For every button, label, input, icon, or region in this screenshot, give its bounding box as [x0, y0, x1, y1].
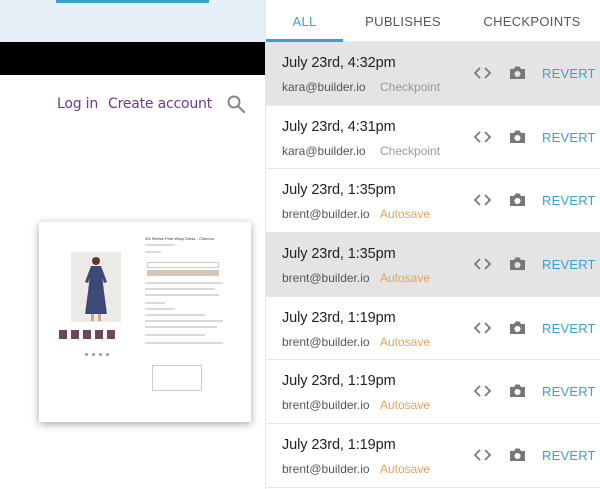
size-select — [147, 262, 219, 268]
history-user: kara@builder.io — [282, 143, 366, 158]
app-root: Log in Create account 3/4 Sleeve Print W… — [0, 0, 600, 489]
history-row[interactable]: July 23rd, 4:32pm kara@builder.io Checkp… — [266, 42, 600, 106]
history-kind: Checkpoint — [380, 80, 441, 94]
history-date: July 23rd, 1:19pm — [282, 373, 396, 390]
camera-icon[interactable] — [509, 320, 526, 335]
dress-figure-icon — [85, 257, 107, 321]
tab-all[interactable]: ALL — [266, 0, 343, 42]
history-row[interactable]: July 23rd, 1:19pm brent@builder.io Autos… — [266, 296, 600, 361]
camera-icon[interactable] — [509, 65, 526, 80]
history-row[interactable]: July 23rd, 1:35pm brent@builder.io Autos… — [266, 169, 600, 234]
add-to-cart-button — [147, 270, 219, 276]
code-brackets-icon[interactable] — [474, 193, 491, 207]
history-kind: Checkpoint — [380, 143, 441, 158]
history-user: brent@builder.io — [282, 271, 370, 286]
history-date: July 23rd, 4:32pm — [282, 55, 396, 71]
code-brackets-icon[interactable] — [474, 321, 491, 335]
camera-icon[interactable] — [509, 447, 526, 462]
code-brackets-icon[interactable] — [474, 448, 491, 462]
page-preview: Log in Create account 3/4 Sleeve Print W… — [0, 0, 265, 489]
history-date: July 23rd, 4:31pm — [282, 118, 396, 135]
create-account-link[interactable]: Create account — [108, 96, 212, 112]
code-brackets-icon[interactable] — [474, 384, 491, 398]
product-thumbnails — [59, 330, 115, 339]
history-kind: Autosave — [380, 398, 431, 413]
history-kind: Autosave — [380, 334, 431, 349]
size-chart — [152, 365, 202, 391]
revert-button[interactable]: REVERT — [542, 321, 596, 336]
history-kind: Autosave — [380, 271, 431, 286]
history-user: brent@builder.io — [282, 462, 370, 477]
revert-button[interactable]: REVERT — [542, 66, 596, 81]
camera-icon[interactable] — [509, 192, 526, 207]
history-user: brent@builder.io — [282, 207, 370, 222]
revert-button[interactable]: REVERT — [542, 448, 596, 463]
product-page-thumbnail[interactable]: 3/4 Sleeve Print Wrap Dress - Chevron — [39, 222, 251, 422]
history-list: July 23rd, 4:32pm kara@builder.io Checkp… — [266, 42, 600, 488]
revert-button[interactable]: REVERT — [542, 257, 596, 272]
history-row[interactable]: July 23rd, 4:31pm kara@builder.io Checkp… — [266, 105, 600, 170]
code-brackets-icon[interactable] — [474, 257, 491, 271]
tab-publishes[interactable]: PUBLISHES — [343, 0, 463, 42]
login-link[interactable]: Log in — [57, 96, 98, 112]
history-user: kara@builder.io — [282, 80, 366, 94]
camera-icon[interactable] — [509, 256, 526, 271]
history-date: July 23rd, 1:35pm — [282, 246, 396, 263]
history-tabs: ALL PUBLISHES CHECKPOINTS — [266, 0, 600, 42]
product-image — [71, 252, 121, 322]
history-date: July 23rd, 1:35pm — [282, 182, 396, 199]
preview-header-bar — [0, 42, 265, 75]
history-date: July 23rd, 1:19pm — [282, 437, 396, 454]
tab-checkpoints[interactable]: CHECKPOINTS — [463, 0, 600, 42]
history-kind: Autosave — [380, 462, 431, 477]
code-brackets-icon[interactable] — [474, 66, 491, 80]
history-row[interactable]: July 23rd, 1:19pm brent@builder.io Autos… — [266, 424, 600, 488]
revert-button[interactable]: REVERT — [542, 193, 596, 208]
revert-button[interactable]: REVERT — [542, 130, 596, 145]
preview-top-bar — [0, 0, 265, 42]
history-user: brent@builder.io — [282, 334, 370, 349]
history-row[interactable]: July 23rd, 1:35pm brent@builder.io Autos… — [266, 233, 600, 297]
revert-button[interactable]: REVERT — [542, 384, 596, 399]
history-row[interactable]: July 23rd, 1:19pm brent@builder.io Autos… — [266, 360, 600, 425]
preview-accent-bar — [56, 0, 209, 3]
history-kind: Autosave — [380, 207, 431, 222]
social-share-icons — [85, 353, 109, 356]
product-title: 3/4 Sleeve Print Wrap Dress - Chevron — [145, 236, 215, 241]
code-brackets-icon[interactable] — [474, 130, 491, 144]
camera-icon[interactable] — [509, 383, 526, 398]
search-icon[interactable] — [226, 94, 246, 114]
history-date: July 23rd, 1:19pm — [282, 309, 396, 326]
history-panel: ALL PUBLISHES CHECKPOINTS July 23rd, 4:3… — [265, 0, 600, 489]
preview-account-nav: Log in Create account — [57, 93, 246, 115]
camera-icon[interactable] — [509, 129, 526, 144]
history-user: brent@builder.io — [282, 398, 370, 413]
